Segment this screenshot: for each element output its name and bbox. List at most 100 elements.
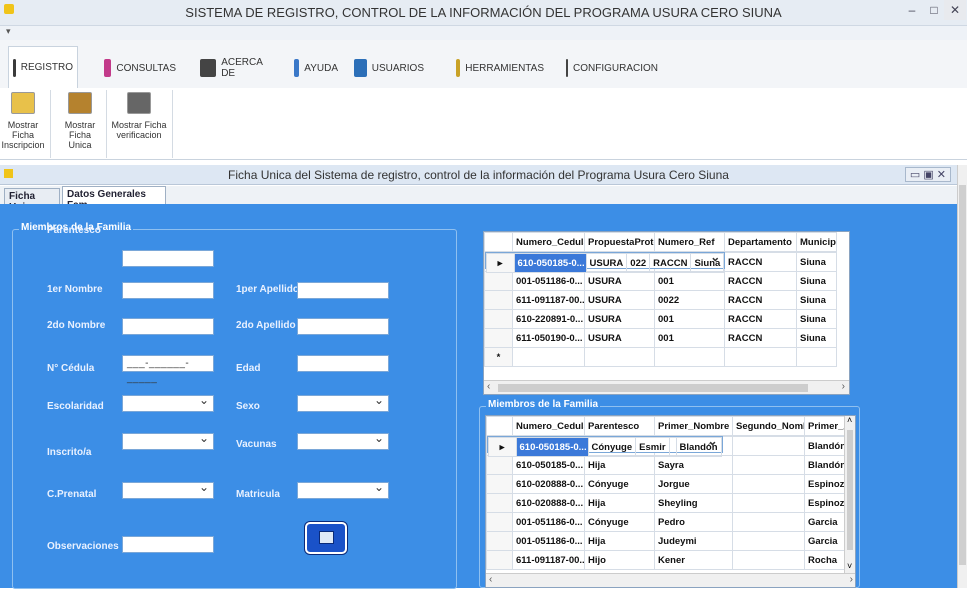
child-window-controls[interactable]: ▭ ▣ ✕ bbox=[904, 167, 951, 182]
table-row[interactable]: 001-051186-0... Cónyuge Pedro Garcia bbox=[486, 512, 855, 532]
table-cell[interactable]: Cónyuge bbox=[587, 437, 637, 457]
family-members-grid[interactable]: Numero_Cedula Parentesco Primer_Nombre Segu… bbox=[485, 415, 856, 588]
table-cell[interactable] bbox=[584, 347, 655, 367]
table-cell[interactable]: Judeymi bbox=[654, 531, 733, 551]
column-header[interactable]: PropuestaProtg bbox=[584, 232, 655, 252]
escolaridad-select[interactable] bbox=[122, 393, 214, 412]
table-cell[interactable]: Kener bbox=[654, 550, 733, 570]
column-header[interactable]: Segundo_Nomb bbox=[732, 416, 805, 436]
ribbon-tab-ayuda[interactable]: AYUDA bbox=[290, 48, 342, 88]
table-cell[interactable] bbox=[732, 493, 805, 513]
table-row[interactable]: 611-050190-0... USURA 001 RACCN Siuna bbox=[484, 328, 837, 348]
row-indicator[interactable] bbox=[486, 493, 513, 513]
table-cell[interactable]: Siuna bbox=[796, 252, 837, 272]
segundo-nombre-field[interactable] bbox=[122, 318, 214, 335]
table-cell[interactable]: Esmir bbox=[635, 437, 670, 457]
table-row[interactable]: 611-091187-00... Hijo Kener Rocha bbox=[486, 550, 855, 570]
table-cell[interactable]: 610-050185-0... bbox=[512, 455, 585, 475]
table-cell[interactable]: USURA bbox=[584, 309, 655, 329]
scroll-left-icon[interactable]: ‹ bbox=[487, 381, 490, 392]
matricula-select[interactable] bbox=[297, 480, 389, 499]
table-cell[interactable]: 610-050185-0... bbox=[513, 253, 587, 273]
table-cell[interactable]: 001-051186-0... bbox=[512, 512, 585, 532]
family-grid-hscroll[interactable]: ‹ › bbox=[486, 573, 855, 587]
table-cell[interactable] bbox=[732, 474, 805, 494]
table-cell[interactable]: 611-091187-00... bbox=[512, 550, 585, 570]
table-cell[interactable] bbox=[732, 531, 805, 551]
table-row[interactable]: 610-220891-0... USURA 001 RACCN Siuna bbox=[484, 309, 837, 329]
scroll-up-icon[interactable]: ˄ bbox=[847, 416, 852, 425]
ribbon-button-1[interactable]: Mostrar Ficha Inscripcion bbox=[0, 92, 46, 150]
row-indicator[interactable]: ▸ bbox=[487, 437, 517, 457]
row-indicator[interactable] bbox=[486, 550, 513, 570]
ribbon-tab-acerca-de[interactable]: ACERCA DE bbox=[196, 48, 272, 88]
ribbon-tab-registro[interactable]: REGISTRO bbox=[8, 46, 78, 88]
observaciones-field[interactable] bbox=[122, 536, 214, 553]
table-cell[interactable]: Hijo bbox=[584, 550, 655, 570]
row-indicator[interactable] bbox=[484, 290, 513, 310]
row-indicator[interactable] bbox=[486, 531, 513, 551]
inscrito-select[interactable] bbox=[122, 431, 214, 450]
table-cell[interactable] bbox=[732, 512, 805, 532]
table-row[interactable]: ▸ 610-050185-0... Cónyuge Esmir Blandón bbox=[486, 434, 723, 457]
minimize-button[interactable]: – bbox=[900, 0, 924, 20]
column-header[interactable]: Municipio bbox=[796, 232, 837, 252]
row-indicator[interactable] bbox=[486, 455, 513, 475]
tab-datos-generales-fam[interactable]: Datos Generales Fam bbox=[62, 186, 166, 211]
table-cell[interactable]: Hija bbox=[584, 455, 655, 475]
table-cell[interactable]: 611-091187-00... bbox=[512, 290, 585, 310]
row-indicator[interactable]: ▸ bbox=[485, 253, 515, 273]
ribbon-button-2[interactable]: Mostrar Ficha Unica bbox=[58, 92, 102, 150]
maximize-button[interactable]: □ bbox=[924, 0, 944, 20]
table-row[interactable]: 611-091187-00... USURA 0022 RACCN Siuna bbox=[484, 290, 837, 310]
table-cell[interactable]: Siuna bbox=[796, 271, 837, 291]
table-cell[interactable] bbox=[654, 347, 725, 367]
column-header[interactable]: Numero_Cedula bbox=[512, 232, 585, 252]
table-cell[interactable] bbox=[732, 455, 805, 475]
segundo-apellido-field[interactable] bbox=[297, 318, 389, 335]
table-cell[interactable]: 0022 bbox=[654, 290, 725, 310]
table-cell[interactable]: 611-050190-0... bbox=[512, 328, 585, 348]
table-cell[interactable]: USURA bbox=[585, 253, 628, 273]
row-indicator[interactable] bbox=[484, 309, 513, 329]
records-grid-hscroll[interactable]: ‹ › bbox=[484, 380, 849, 394]
row-indicator[interactable] bbox=[486, 512, 513, 532]
table-cell[interactable]: 610-220891-0... bbox=[512, 309, 585, 329]
table-cell[interactable]: Siuna bbox=[690, 253, 725, 273]
table-cell[interactable]: Siuna bbox=[796, 290, 837, 310]
table-cell[interactable]: 610-020888-0... bbox=[512, 493, 585, 513]
scroll-thumb[interactable] bbox=[959, 185, 966, 565]
primer-apellido-field[interactable] bbox=[297, 282, 389, 299]
scroll-right-icon[interactable]: › bbox=[850, 574, 853, 585]
table-cell[interactable] bbox=[512, 347, 585, 367]
table-cell[interactable]: Blandón bbox=[675, 437, 722, 457]
scroll-left-icon[interactable]: ‹ bbox=[489, 574, 492, 585]
table-cell[interactable]: USURA bbox=[584, 328, 655, 348]
prenatal-select[interactable] bbox=[122, 480, 214, 499]
ribbon-tab-herramientas[interactable]: HERRAMIENTAS bbox=[452, 48, 548, 88]
table-cell[interactable] bbox=[732, 436, 805, 456]
ribbon-button-3[interactable]: Mostrar Ficha verificacion bbox=[110, 92, 168, 140]
cedula-field[interactable]: ___-______-_____ bbox=[122, 355, 214, 384]
scroll-thumb[interactable] bbox=[847, 430, 853, 550]
ribbon-tab-consultas[interactable]: CONSULTAS bbox=[100, 48, 180, 88]
table-cell[interactable]: Cónyuge bbox=[584, 474, 655, 494]
table-cell[interactable]: Pedro bbox=[654, 512, 733, 532]
column-header[interactable]: Departamento bbox=[724, 232, 797, 252]
table-cell[interactable]: Cónyuge bbox=[584, 512, 655, 532]
table-cell[interactable]: Siuna bbox=[796, 328, 837, 348]
table-cell[interactable] bbox=[724, 347, 797, 367]
edad-field[interactable] bbox=[297, 355, 389, 372]
table-cell[interactable]: USURA bbox=[584, 271, 655, 291]
ribbon-tab-usuarios[interactable]: USUARIOS bbox=[350, 48, 428, 88]
ribbon-tab-configuracion[interactable]: CONFIGURACION bbox=[562, 48, 662, 88]
table-cell[interactable]: 001 bbox=[654, 271, 725, 291]
table-row[interactable]: 610-020888-0... Cónyuge Jorgue Espinoza bbox=[486, 474, 855, 494]
quick-access-toolbar[interactable]: ▾ bbox=[0, 26, 967, 40]
table-cell[interactable]: Jorgue bbox=[654, 474, 733, 494]
family-grid-vscroll[interactable]: ˄ ˅ bbox=[844, 416, 855, 575]
table-cell[interactable]: Hija bbox=[584, 493, 655, 513]
table-cell[interactable]: RACCN bbox=[649, 253, 692, 273]
row-indicator[interactable] bbox=[484, 328, 513, 348]
table-cell[interactable]: Sheyling bbox=[654, 493, 733, 513]
